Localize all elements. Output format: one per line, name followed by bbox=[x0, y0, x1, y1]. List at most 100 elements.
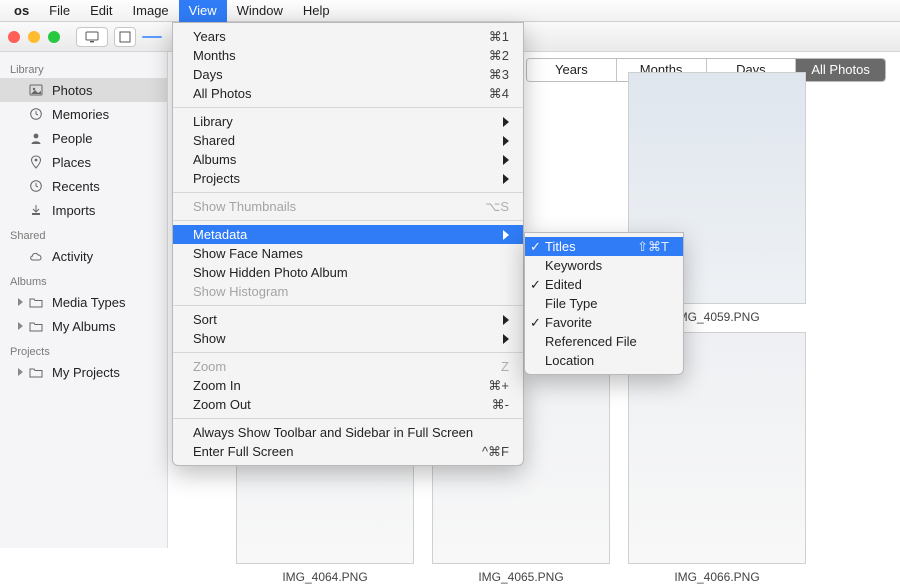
menu-item-label: Favorite bbox=[545, 315, 669, 330]
view-menu-item[interactable]: Show Face Names bbox=[173, 244, 523, 263]
sidebar-item-label: My Projects bbox=[52, 365, 120, 380]
sidebar-item-media-types[interactable]: Media Types bbox=[0, 290, 167, 314]
metadata-submenu-item[interactable]: ✓ Favorite bbox=[525, 313, 683, 332]
sidebar-item-memories[interactable]: Memories bbox=[0, 102, 167, 126]
close-window-button[interactable] bbox=[8, 31, 20, 43]
menu-shortcut: ⌘1 bbox=[489, 29, 509, 45]
photos-icon bbox=[28, 82, 44, 98]
view-menu-item[interactable]: Zoom In⌘+ bbox=[173, 376, 523, 395]
view-menu-item[interactable]: Zoom Out⌘- bbox=[173, 395, 523, 414]
disclosure-icon[interactable] bbox=[18, 298, 23, 306]
menu-item-label: Zoom bbox=[193, 359, 501, 374]
menu-shortcut: Z bbox=[501, 359, 509, 374]
menu-item-label: Library bbox=[193, 114, 491, 129]
menu-window[interactable]: Window bbox=[227, 0, 293, 22]
menu-help[interactable]: Help bbox=[293, 0, 340, 22]
menu-shortcut: ⌘4 bbox=[489, 86, 509, 102]
cloud-icon bbox=[28, 248, 44, 264]
menu-item-label: Edited bbox=[545, 277, 669, 292]
sidebar-item-label: Memories bbox=[52, 107, 109, 122]
menu-shortcut: ⌘2 bbox=[489, 48, 509, 64]
menu-item-label: Zoom In bbox=[193, 378, 488, 393]
view-menu-separator bbox=[173, 352, 523, 353]
sidebar-item-recents[interactable]: Recents bbox=[0, 174, 167, 198]
menu-item-label: Sort bbox=[193, 312, 491, 327]
menu-item-label: All Photos bbox=[193, 86, 489, 101]
zoom-window-button[interactable] bbox=[48, 31, 60, 43]
checkmark-icon: ✓ bbox=[530, 315, 541, 331]
view-menu-item[interactable]: Years⌘1 bbox=[173, 27, 523, 46]
sidebar-item-label: Media Types bbox=[52, 295, 125, 310]
menu-item-label: Months bbox=[193, 48, 489, 63]
menu-item-label: Show Hidden Photo Album bbox=[193, 265, 509, 280]
minimize-window-button[interactable] bbox=[28, 31, 40, 43]
menu-view[interactable]: View bbox=[179, 0, 227, 22]
segment-all-photos[interactable]: All Photos bbox=[796, 59, 885, 81]
menu-item-label: Albums bbox=[193, 152, 491, 167]
sidebar-item-photos[interactable]: Photos bbox=[0, 78, 167, 102]
thumbnail-caption: IMG_4066.PNG bbox=[628, 570, 806, 584]
menu-item-label: Keywords bbox=[545, 258, 669, 273]
menu-item-label: Show Face Names bbox=[193, 246, 509, 261]
clock-icon bbox=[28, 178, 44, 194]
view-menu-item[interactable]: Days⌘3 bbox=[173, 65, 523, 84]
view-menu-item[interactable]: Enter Full Screen^⌘F bbox=[173, 442, 523, 461]
menu-shortcut: ⇧⌘T bbox=[637, 239, 669, 255]
submenu-arrow-icon bbox=[503, 155, 509, 165]
view-menu-item[interactable]: Always Show Toolbar and Sidebar in Full … bbox=[173, 423, 523, 442]
sidebar-item-my-projects[interactable]: My Projects bbox=[0, 360, 167, 384]
disclosure-icon[interactable] bbox=[18, 322, 23, 330]
sidebar-item-activity[interactable]: Activity bbox=[0, 244, 167, 268]
sidebar-item-my-albums[interactable]: My Albums bbox=[0, 314, 167, 338]
metadata-submenu-item[interactable]: ✓Edited bbox=[525, 275, 683, 294]
view-menu-item[interactable]: All Photos⌘4 bbox=[173, 84, 523, 103]
metadata-submenu-item[interactable]: Keywords bbox=[525, 256, 683, 275]
view-menu-separator bbox=[173, 107, 523, 108]
menu-shortcut: ⌘- bbox=[492, 397, 509, 413]
submenu-arrow-icon bbox=[503, 174, 509, 184]
view-menu-item[interactable]: Projects bbox=[173, 169, 523, 188]
menu-item-label: Years bbox=[193, 29, 489, 44]
sidebar-item-label: Imports bbox=[52, 203, 95, 218]
view-menu-item: Show Thumbnails⌥S bbox=[173, 197, 523, 216]
sidebar-item-places[interactable]: Places bbox=[0, 150, 167, 174]
menu-item-label: Show Thumbnails bbox=[193, 199, 485, 214]
submenu-arrow-icon bbox=[503, 230, 509, 240]
segment-years[interactable]: Years bbox=[527, 59, 617, 81]
sidebar-item-people[interactable]: People bbox=[0, 126, 167, 150]
view-menu-item[interactable]: Show Hidden Photo Album bbox=[173, 263, 523, 282]
metadata-submenu-item[interactable]: ✓ Titles⇧⌘T bbox=[525, 237, 683, 256]
menu-item-label: Shared bbox=[193, 133, 491, 148]
menu-item-label: Days bbox=[193, 67, 489, 82]
sidebar-item-imports[interactable]: Imports bbox=[0, 198, 167, 222]
view-menu-item[interactable]: Show bbox=[173, 329, 523, 348]
view-menu-separator bbox=[173, 220, 523, 221]
view-menu-item[interactable]: Sort bbox=[173, 310, 523, 329]
folder-icon bbox=[28, 318, 44, 334]
view-menu-item[interactable]: Library bbox=[173, 112, 523, 131]
view-menu-item[interactable]: Shared bbox=[173, 131, 523, 150]
checkmark-icon: ✓ bbox=[530, 239, 541, 255]
view-menu-item[interactable]: Albums bbox=[173, 150, 523, 169]
toolbar-button-2[interactable] bbox=[114, 27, 136, 47]
menu-item-label: Referenced File bbox=[545, 334, 669, 349]
menu-edit[interactable]: Edit bbox=[80, 0, 122, 22]
menu-file[interactable]: File bbox=[39, 0, 80, 22]
slideshow-button[interactable] bbox=[76, 27, 108, 47]
disclosure-icon[interactable] bbox=[18, 368, 23, 376]
view-menu-item[interactable]: Metadata bbox=[173, 225, 523, 244]
sidebar-item-label: Photos bbox=[52, 83, 92, 98]
menu-item-label: Enter Full Screen bbox=[193, 444, 482, 459]
view-menu-item[interactable]: Months⌘2 bbox=[173, 46, 523, 65]
app-logo: os bbox=[4, 3, 39, 18]
zoom-slider[interactable] bbox=[142, 36, 162, 38]
menu-image[interactable]: Image bbox=[123, 0, 179, 22]
traffic-lights bbox=[8, 31, 60, 43]
sidebar-item-label: Recents bbox=[52, 179, 100, 194]
metadata-submenu-item[interactable]: File Type bbox=[525, 294, 683, 313]
metadata-submenu-item[interactable]: Location bbox=[525, 351, 683, 370]
metadata-submenu-item[interactable]: Referenced File bbox=[525, 332, 683, 351]
sidebar-header-library: Library bbox=[0, 56, 167, 78]
menu-item-label: Show bbox=[193, 331, 491, 346]
menu-item-label: Titles bbox=[545, 239, 637, 254]
